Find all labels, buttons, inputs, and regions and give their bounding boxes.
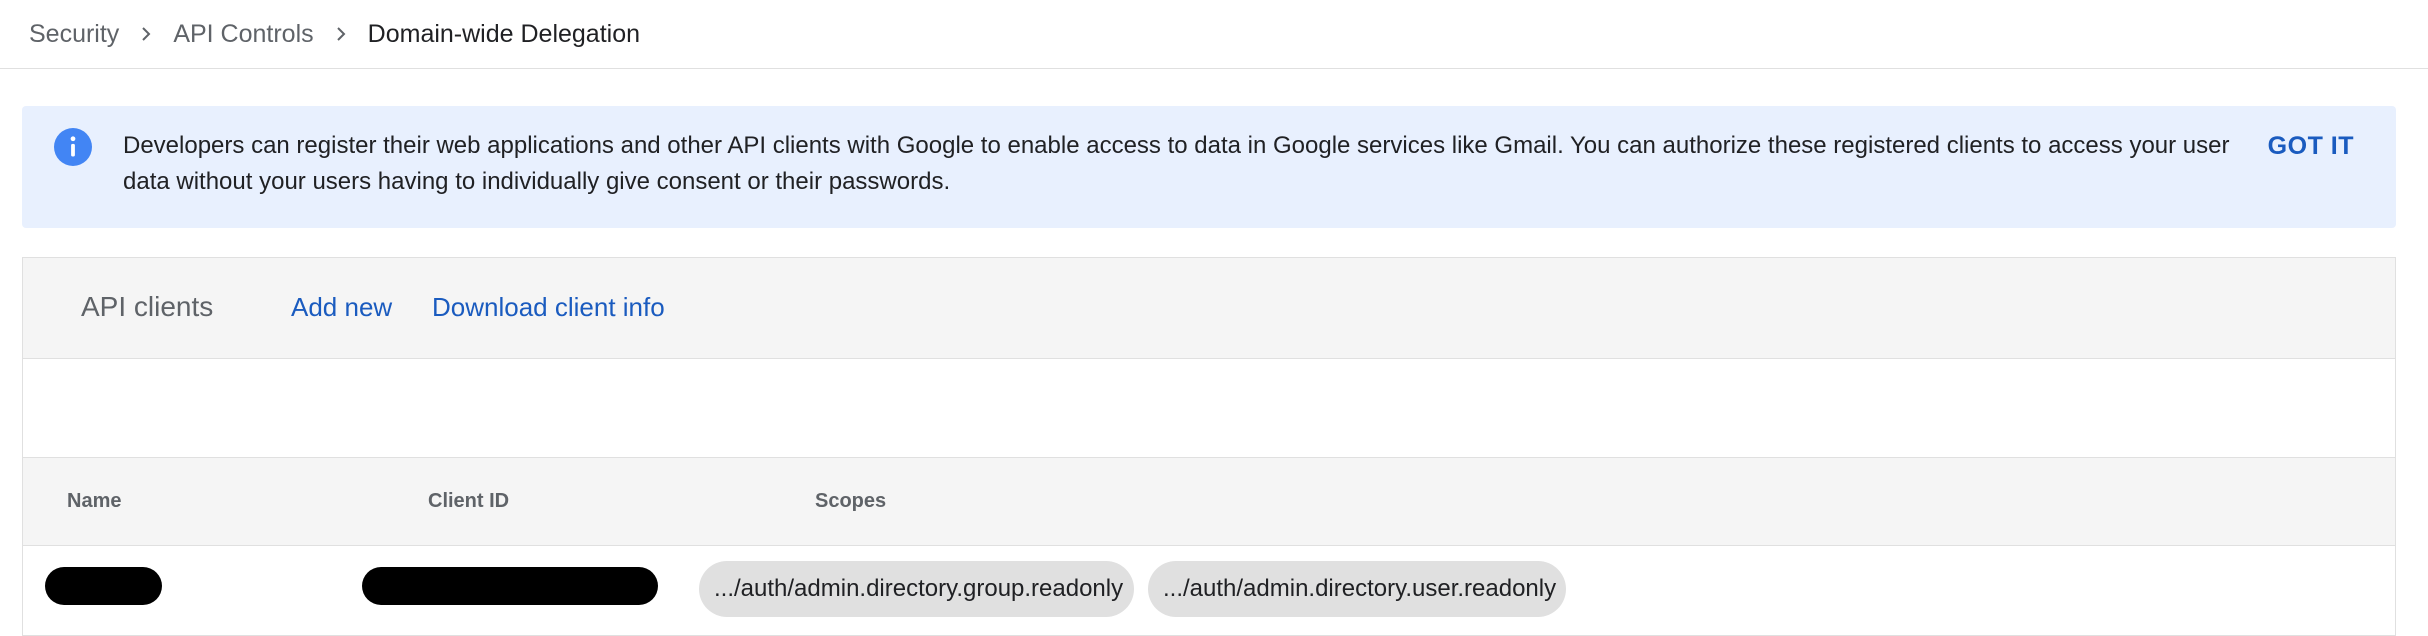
breadcrumb-current-page: Domain-wide Delegation (367, 19, 641, 48)
card-spacer (23, 359, 2395, 458)
column-header-client-id[interactable]: Client ID (428, 490, 509, 513)
chevron-right-icon (336, 27, 346, 41)
breadcrumb-security[interactable]: Security (29, 20, 119, 49)
column-header-name[interactable]: Name (67, 490, 121, 513)
banner-text: Developers can register their web applic… (123, 132, 2230, 195)
redacted-name (45, 567, 162, 605)
info-icon (54, 128, 92, 166)
info-banner: Developers can register their web applic… (22, 106, 2396, 228)
breadcrumb: Security API Controls Domain-wide Delega… (0, 0, 2428, 69)
breadcrumb-api-controls[interactable]: API Controls (173, 20, 313, 49)
card-header: API clients Add new Download client info (23, 258, 2395, 359)
got-it-button[interactable]: GOT IT (2268, 132, 2354, 161)
scope-chip: .../auth/admin.directory.user.readonly (1148, 561, 1566, 617)
download-client-info-link[interactable]: Download client info (432, 292, 665, 323)
table-header: Name Client ID Scopes (23, 458, 2395, 546)
redacted-client-id (362, 567, 658, 605)
column-header-scopes: Scopes (815, 490, 887, 512)
card-title: API clients (81, 291, 214, 322)
scope-chip: .../auth/admin.directory.group.readonly (699, 561, 1134, 617)
add-new-link[interactable]: Add new (291, 292, 392, 323)
chevron-right-icon (142, 27, 151, 41)
api-clients-card: API clients Add new Download client info… (22, 257, 2396, 636)
table-row[interactable]: .../auth/admin.directory.group.readonly … (23, 546, 2395, 633)
